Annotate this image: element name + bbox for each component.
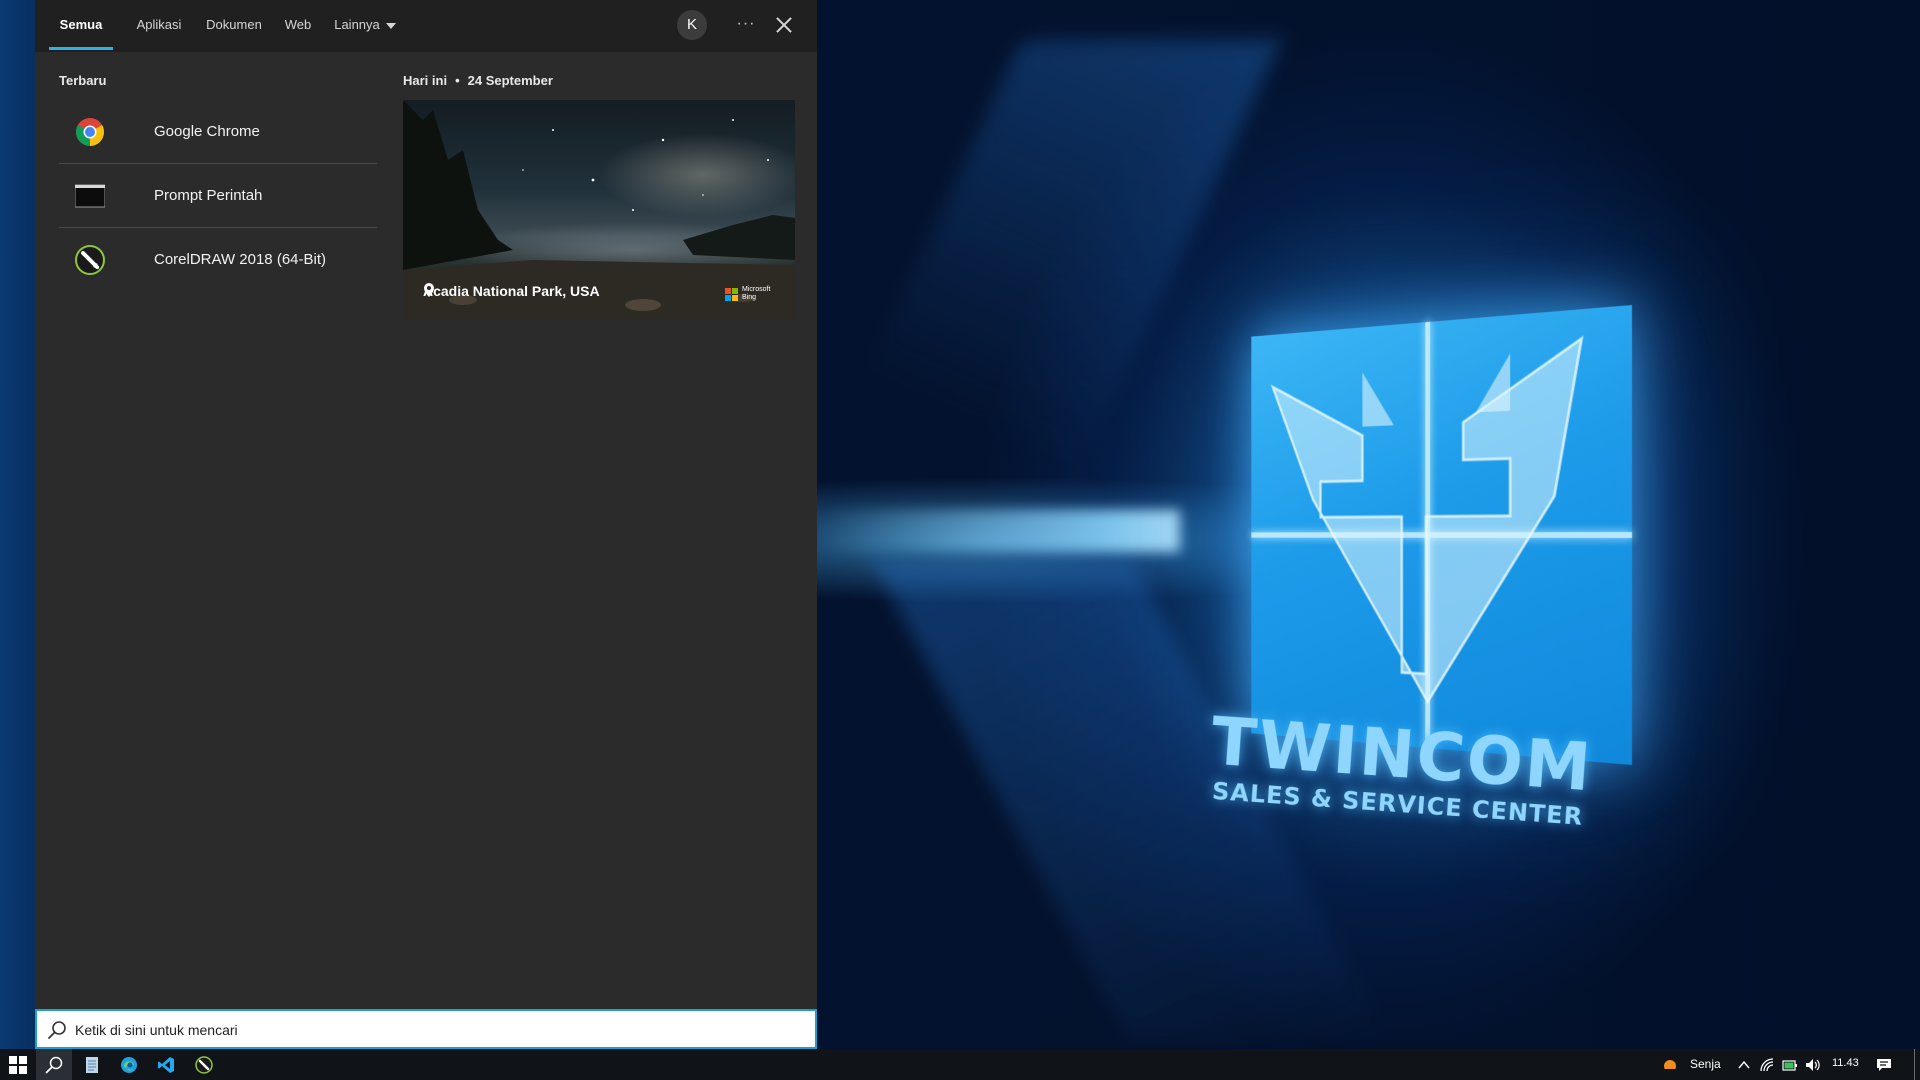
show-desktop-button[interactable] [1914,1049,1915,1080]
command-prompt-icon [75,184,105,208]
bing-image-card[interactable]: Acadia National Park, USA Microsoft Bing [403,100,795,320]
location-label: Acadia National Park, USA [423,283,600,299]
light-beam [820,510,1180,552]
start-button[interactable] [0,1049,36,1080]
tab-label: Lainnya [334,17,380,32]
card-location: Acadia National Park, USA [423,283,600,299]
taskbar-coreldraw[interactable] [186,1049,222,1080]
recent-item-chrome[interactable]: Google Chrome [59,100,377,164]
separator-dot: • [455,73,460,88]
chrome-icon [76,118,104,146]
recent-item-label: Google Chrome [154,123,260,140]
recent-title: Terbaru [59,73,107,88]
taskbar-edge[interactable] [111,1049,147,1080]
taskbar-search-button[interactable] [36,1049,72,1080]
notepad-icon [86,1057,98,1073]
taskbar-notepad[interactable] [74,1049,110,1080]
recent-item-label: Prompt Perintah [154,187,263,204]
vscode-icon [158,1057,174,1073]
bing-line1: Microsoft [742,286,771,293]
battery-charging-icon[interactable] [1782,1057,1798,1073]
today-header: Hari ini • 24 September [403,73,553,88]
tab-all[interactable]: Semua [49,0,113,50]
windows-start-icon [9,1056,27,1074]
wifi-icon[interactable] [1759,1057,1775,1073]
tab-label: Web [284,17,312,32]
weather-sunset-icon[interactable] [1662,1057,1678,1073]
tab-label: Aplikasi [136,17,182,32]
tab-documents[interactable]: Dokumen [194,0,274,50]
bing-line2: Bing [742,294,757,301]
avatar[interactable]: K [677,10,707,40]
microsoft-logo-icon [725,288,738,301]
clock[interactable]: 11.43 [1832,1057,1859,1069]
search-icon [48,1021,66,1039]
today-date: 24 September [467,73,553,88]
search-box[interactable] [35,1009,817,1049]
taskbar: Senja 11.43 [0,1049,1920,1080]
tab-label: Dokumen [206,17,262,32]
tab-more[interactable]: Lainnya [323,0,407,50]
today-label: Hari ini [403,73,448,88]
microsoft-bing-badge: Microsoft Bing [725,286,785,304]
tab-label: Semua [59,17,103,32]
windows-logo [1251,305,1632,765]
location-pin-icon [424,283,434,297]
recent-item-coreldraw[interactable]: CorelDRAW 2018 (64-Bit) [59,228,377,292]
recent-item-label: CorelDRAW 2018 (64-Bit) [154,251,326,268]
recent-list: Google Chrome Prompt Perintah CorelDRAW … [59,100,377,292]
taskbar-vscode[interactable] [148,1049,184,1080]
action-center-icon[interactable] [1876,1057,1892,1073]
more-options-button[interactable]: ··· [731,10,761,40]
close-icon[interactable] [771,12,797,38]
edge-icon [121,1057,137,1073]
coreldraw-icon [195,1056,213,1074]
tab-web[interactable]: Web [272,0,324,50]
tab-apps[interactable]: Aplikasi [121,0,197,50]
twincom-logo-icon [1251,305,1632,765]
weather-label[interactable]: Senja [1690,1057,1721,1071]
light-ray [778,40,1282,560]
chevron-down-icon [385,22,396,29]
recent-item-command-prompt[interactable]: Prompt Perintah [59,164,377,228]
search-input[interactable] [75,1019,775,1041]
search-tabbar: Semua Aplikasi Dokumen Web Lainnya K ··· [35,0,817,52]
coreldraw-icon [75,245,105,275]
volume-icon[interactable] [1805,1057,1821,1073]
search-panel: Semua Aplikasi Dokumen Web Lainnya K ···… [35,0,817,1049]
search-icon [45,1056,63,1074]
chevron-up-icon[interactable] [1736,1057,1752,1073]
